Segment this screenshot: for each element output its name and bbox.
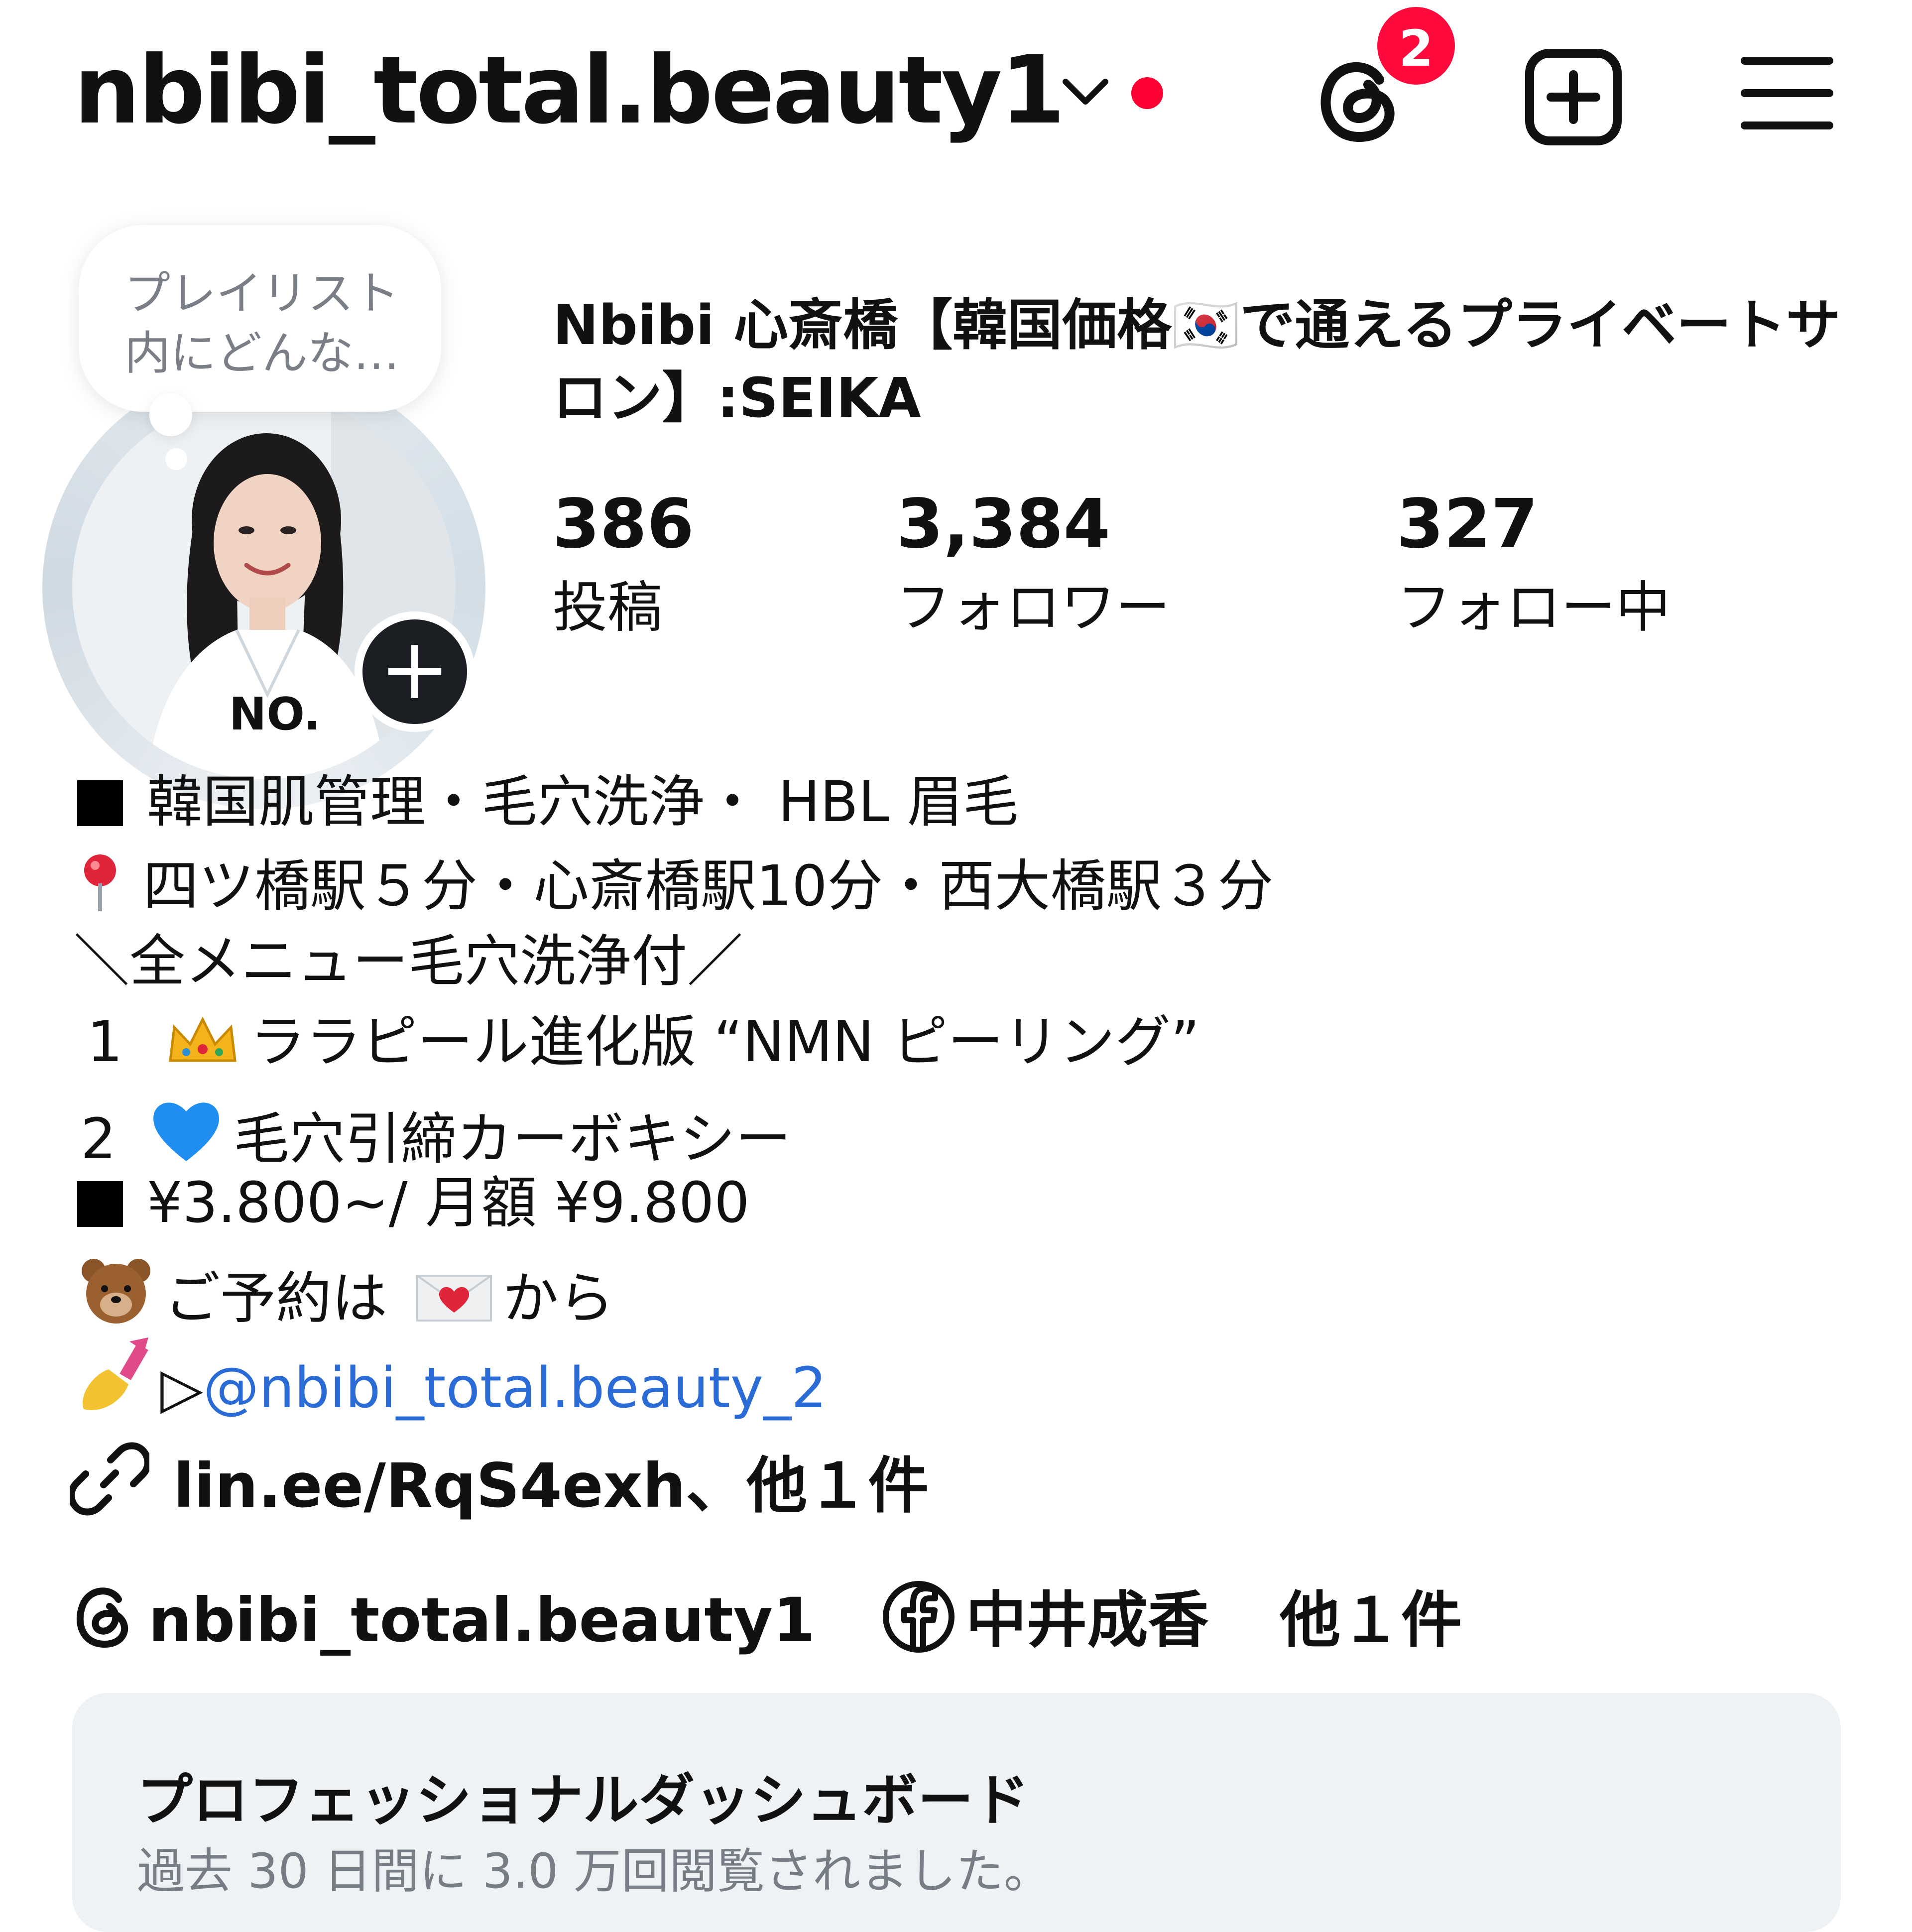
threads-icon[interactable] — [70, 1579, 134, 1654]
following-count[interactable]: 327 — [1397, 490, 1538, 558]
pin-icon — [77, 852, 123, 912]
create-icon[interactable] — [1524, 47, 1623, 147]
bio-line: ¥3.800~/ 月額 ¥9.800 — [77, 1175, 750, 1231]
bio-text: ご予約は — [164, 1266, 387, 1331]
add-story-button[interactable]: + — [355, 611, 475, 732]
threads-handle[interactable]: nbibi_total.beauty1 — [148, 1585, 815, 1656]
bio-text: から — [502, 1266, 614, 1331]
hamburger-menu-icon[interactable] — [1741, 56, 1833, 130]
posts-count[interactable]: 386 — [553, 490, 694, 558]
bio-text: ¥3.800~/ 月額 ¥9.800 — [147, 1171, 750, 1235]
bio-number: 2 — [81, 1107, 117, 1172]
love-letter-icon — [414, 1270, 494, 1325]
link-text[interactable]: lin.ee/RqS4exh、他１件 — [173, 1450, 929, 1521]
note-text: プレイリスト内にどんな… — [124, 267, 400, 380]
external-link[interactable]: lin.ee/RqS4exh、他１件 — [70, 1437, 929, 1525]
bio-text: 四ツ橋駅５分・心斎橋駅10分・西大橋駅３分 — [143, 854, 1274, 919]
bio-line: 1 ララピール進化版 “NMN ピーリング” — [87, 1013, 1199, 1070]
bio-number: 1 — [87, 1010, 123, 1075]
svg-text:NO.: NO. — [229, 688, 321, 740]
notification-badge: 2 — [1374, 4, 1458, 88]
nail-polish-icon — [74, 1334, 153, 1414]
facebook-name[interactable]: 中井成香 — [966, 1585, 1209, 1656]
bio-line: 韓国肌管理・毛穴洗浄・ HBL 眉毛 — [77, 774, 1019, 830]
bio-text: 毛穴引締カーボキシー — [233, 1107, 791, 1172]
following-label[interactable]: フォロー中 — [1397, 580, 1671, 635]
bio-line: ご予約は から — [79, 1255, 614, 1327]
social-links-row: nbibi_total.beauty1 中井成香 他１件 — [70, 1571, 1462, 1659]
bio-line: 四ツ橋駅５分・心斎橋駅10分・西大橋駅３分 — [77, 852, 1274, 914]
bio-line: 2 毛穴引締カーボキシー — [81, 1095, 791, 1167]
posts-label[interactable]: 投稿 — [553, 580, 662, 635]
display-name: Nbibi 心斎橋【韓国価格🇰🇷で通えるプライベートサロン】:SEIKA — [553, 293, 1841, 430]
unread-dot — [1131, 77, 1163, 109]
link-icon — [70, 1439, 149, 1519]
chevron-down-icon[interactable] — [1061, 75, 1110, 110]
bio-text: ララピール進化版 “NMN ピーリング” — [249, 1010, 1200, 1075]
followers-label[interactable]: フォロワー — [896, 580, 1170, 635]
followers-count[interactable]: 3,384 — [896, 490, 1110, 558]
bio-line: ▷@nbibi_total.beauty_2 — [74, 1334, 827, 1416]
black-square-icon — [77, 1181, 123, 1227]
facebook-icon[interactable] — [881, 1579, 956, 1654]
black-square-icon — [77, 780, 123, 826]
note-bubble-tail-small — [165, 448, 187, 470]
bear-icon — [79, 1255, 153, 1325]
dashboard-subtitle: 過去 30 日間に 3.0 万回閲覧されました。 — [137, 1843, 1052, 1899]
more-links[interactable]: 他１件 — [1280, 1585, 1462, 1656]
crown-icon — [165, 1013, 240, 1068]
dashboard-title[interactable]: プロフェッショナルダッシュボード — [137, 1755, 1029, 1836]
bio-text: ▷ — [160, 1356, 204, 1421]
bio-text: 韓国肌管理・毛穴洗浄・ HBL 眉毛 — [147, 770, 1019, 835]
blue-heart-icon — [149, 1095, 224, 1165]
account-switcher-username[interactable]: nbibi_total.beauty1 — [74, 44, 1066, 137]
bio-line: ＼全メニュー毛穴洗浄付／ — [74, 929, 743, 994]
note-bubble-tail — [149, 393, 192, 436]
mention-link[interactable]: @nbibi_total.beauty_2 — [203, 1356, 827, 1421]
